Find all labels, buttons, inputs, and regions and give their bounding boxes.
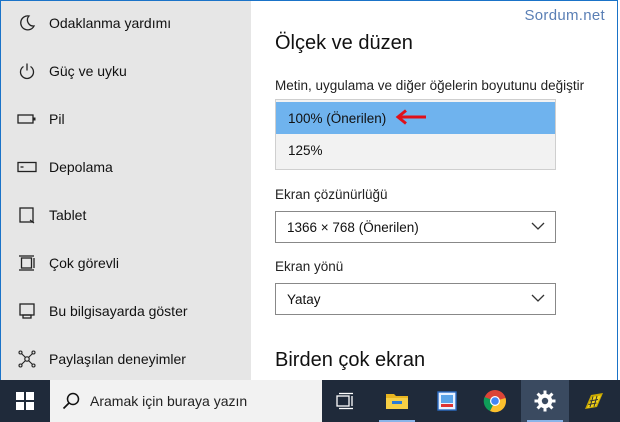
sidebar-item-tablet[interactable]: Tablet — [1, 197, 251, 233]
orientation-label: Ekran yönü — [275, 259, 344, 274]
task-view-icon — [336, 392, 353, 410]
chrome-button[interactable] — [471, 380, 519, 422]
resolution-value: 1366 × 768 (Önerilen) — [287, 219, 419, 235]
sidebar-item-label: Pil — [49, 111, 65, 127]
folder-icon — [386, 394, 408, 409]
battery-icon — [16, 108, 38, 130]
file-explorer-button[interactable] — [373, 380, 421, 422]
moon-icon — [16, 12, 38, 34]
share-icon — [16, 348, 38, 370]
sidebar-item-multitasking[interactable]: Çok görevli — [1, 245, 251, 281]
windows-logo-icon — [16, 392, 34, 410]
sidebar-item-label: Odaklanma yardımı — [49, 15, 172, 31]
tablet-icon — [16, 204, 38, 226]
chevron-down-icon — [531, 222, 545, 230]
sidebar-item-label: Depolama — [49, 159, 113, 175]
image-app-icon — [437, 391, 457, 411]
section-title: Ölçek ve düzen — [275, 32, 413, 54]
sidebar-item-projecting[interactable]: Bu bilgisayarda göster — [1, 293, 251, 329]
taskbar: Aramak için buraya yazın — [0, 380, 620, 422]
multi-display-title: Birden çok ekran — [275, 349, 426, 371]
start-button[interactable] — [0, 380, 50, 422]
app-icon — [585, 393, 603, 409]
sidebar-item-power-sleep[interactable]: Güç ve uyku — [1, 53, 251, 89]
sidebar-item-storage[interactable]: Depolama — [1, 149, 251, 185]
photo-app-button[interactable] — [423, 380, 471, 422]
settings-window: Odaklanma yardımı Güç ve uyku Pil Depola… — [0, 0, 618, 380]
resolution-dropdown[interactable]: 1366 × 768 (Önerilen) — [275, 211, 556, 243]
orientation-value: Yatay — [287, 291, 321, 307]
chrome-icon — [483, 390, 506, 413]
extra-app-button[interactable] — [570, 380, 618, 422]
taskbar-search-box[interactable]: Aramak için buraya yazın — [50, 380, 322, 422]
orientation-dropdown[interactable]: Yatay — [275, 283, 556, 315]
sidebar-item-shared-experiences[interactable]: Paylaşılan deneyimler — [1, 341, 251, 377]
watermark: Sordum.net — [524, 7, 605, 24]
sidebar-item-label: Çok görevli — [49, 255, 120, 271]
storage-icon — [16, 156, 38, 178]
red-arrow-icon — [395, 109, 426, 125]
project-icon — [16, 300, 38, 322]
search-icon — [62, 392, 80, 410]
sidebar-item-label: Güç ve uyku — [49, 63, 127, 79]
sidebar-item-focus-assist[interactable]: Odaklanma yardımı — [1, 5, 251, 41]
task-view-button[interactable] — [322, 380, 370, 422]
sidebar-item-label: Bu bilgisayarda göster — [49, 303, 188, 319]
scale-label: Metin, uygulama ve diğer öğelerin boyutu… — [275, 78, 585, 93]
resolution-label: Ekran çözünürlüğü — [275, 187, 388, 202]
sidebar: Odaklanma yardımı Güç ve uyku Pil Depola… — [1, 1, 251, 380]
sidebar-item-label: Paylaşılan deneyimler — [49, 351, 186, 367]
main-panel: Sordum.net Ölçek ve düzen Metin, uygulam… — [251, 1, 617, 380]
settings-button[interactable] — [521, 380, 569, 422]
search-placeholder: Aramak için buraya yazın — [90, 393, 248, 409]
chevron-down-icon — [531, 294, 545, 302]
gear-icon — [534, 390, 556, 412]
multitasking-icon — [16, 252, 38, 274]
sidebar-item-battery[interactable]: Pil — [1, 101, 251, 137]
scale-option-125[interactable]: 125% — [276, 134, 555, 166]
power-icon — [16, 60, 38, 82]
sidebar-item-label: Tablet — [49, 207, 87, 223]
